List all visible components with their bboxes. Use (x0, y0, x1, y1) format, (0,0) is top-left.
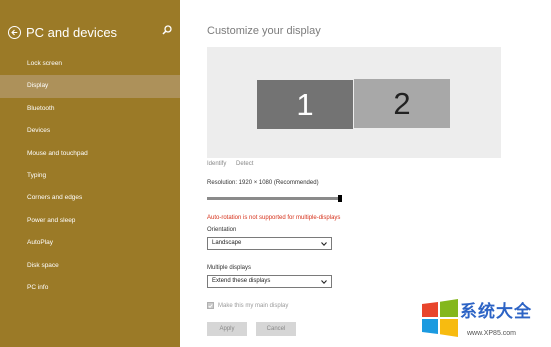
main-display-checkbox[interactable] (207, 302, 214, 309)
main-display-label: Make this my main display (218, 302, 289, 309)
resolution-label: Resolution: 1920 × 1080 (Recommended) (207, 180, 319, 186)
sidebar-item-pc-info[interactable]: PC info (0, 277, 180, 299)
orientation-value: Landscape (212, 240, 242, 246)
chevron-down-icon (321, 280, 327, 285)
sidebar-item-disk-space[interactable]: Disk space (0, 255, 180, 277)
watermark-text: 系统大全 (460, 302, 532, 322)
arrow-left-icon (11, 29, 18, 35)
main-panel: Customize your display 1 2 Identify Dete… (180, 0, 551, 347)
sidebar-item-autoplay[interactable]: AutoPlay (0, 232, 180, 254)
orientation-label: Orientation (207, 227, 237, 233)
cancel-button[interactable]: Cancel (256, 322, 296, 336)
resolution-slider-thumb[interactable] (338, 195, 342, 202)
sidebar-item-typing[interactable]: Typing (0, 165, 180, 187)
sidebar-title: PC and devices (26, 24, 118, 40)
identify-link[interactable]: Identify (207, 161, 226, 167)
multiple-displays-dropdown[interactable]: Extend these displays (207, 275, 332, 288)
multiple-displays-value: Extend these displays (212, 278, 271, 284)
display-arrangement-area: 1 2 (207, 47, 501, 158)
sidebar-item-power-and-sleep[interactable]: Power and sleep (0, 210, 180, 232)
checkmark-icon (208, 303, 213, 308)
sidebar-item-bluetooth[interactable]: Bluetooth (0, 98, 180, 120)
watermark: 系统大全 www.XP85.com (410, 296, 551, 347)
detect-link[interactable]: Detect (236, 161, 253, 167)
sidebar-item-mouse-and-touchpad[interactable]: Mouse and touchpad (0, 143, 180, 165)
sidebar-item-corners-and-edges[interactable]: Corners and edges (0, 187, 180, 209)
rotation-warning: Auto-rotation is not supported for multi… (207, 215, 341, 221)
sidebar: PC and devices Lock screen Display Bluet… (0, 0, 180, 347)
apply-button[interactable]: Apply (207, 322, 247, 336)
multiple-displays-label: Multiple displays (207, 265, 252, 271)
monitor-2[interactable]: 2 (354, 79, 450, 128)
sidebar-header: PC and devices (8, 22, 117, 42)
display-links: Identify Detect (207, 161, 261, 167)
watermark-url: www.XP85.com (467, 330, 517, 337)
main-display-checkbox-row[interactable]: Make this my main display (207, 302, 288, 309)
sidebar-list: Lock screen Display Bluetooth Devices Mo… (0, 53, 180, 299)
windows-logo-icon (422, 299, 458, 337)
back-button[interactable] (8, 25, 21, 39)
chevron-down-icon (321, 242, 327, 247)
sidebar-item-lock-screen[interactable]: Lock screen (0, 53, 180, 75)
resolution-slider-track[interactable] (207, 197, 341, 200)
monitor-1[interactable]: 1 (256, 79, 354, 130)
page-title: Customize your display (207, 25, 321, 37)
search-icon[interactable] (161, 24, 173, 36)
orientation-dropdown[interactable]: Landscape (207, 237, 332, 250)
sidebar-item-devices[interactable]: Devices (0, 120, 180, 142)
sidebar-item-display[interactable]: Display (0, 75, 180, 98)
